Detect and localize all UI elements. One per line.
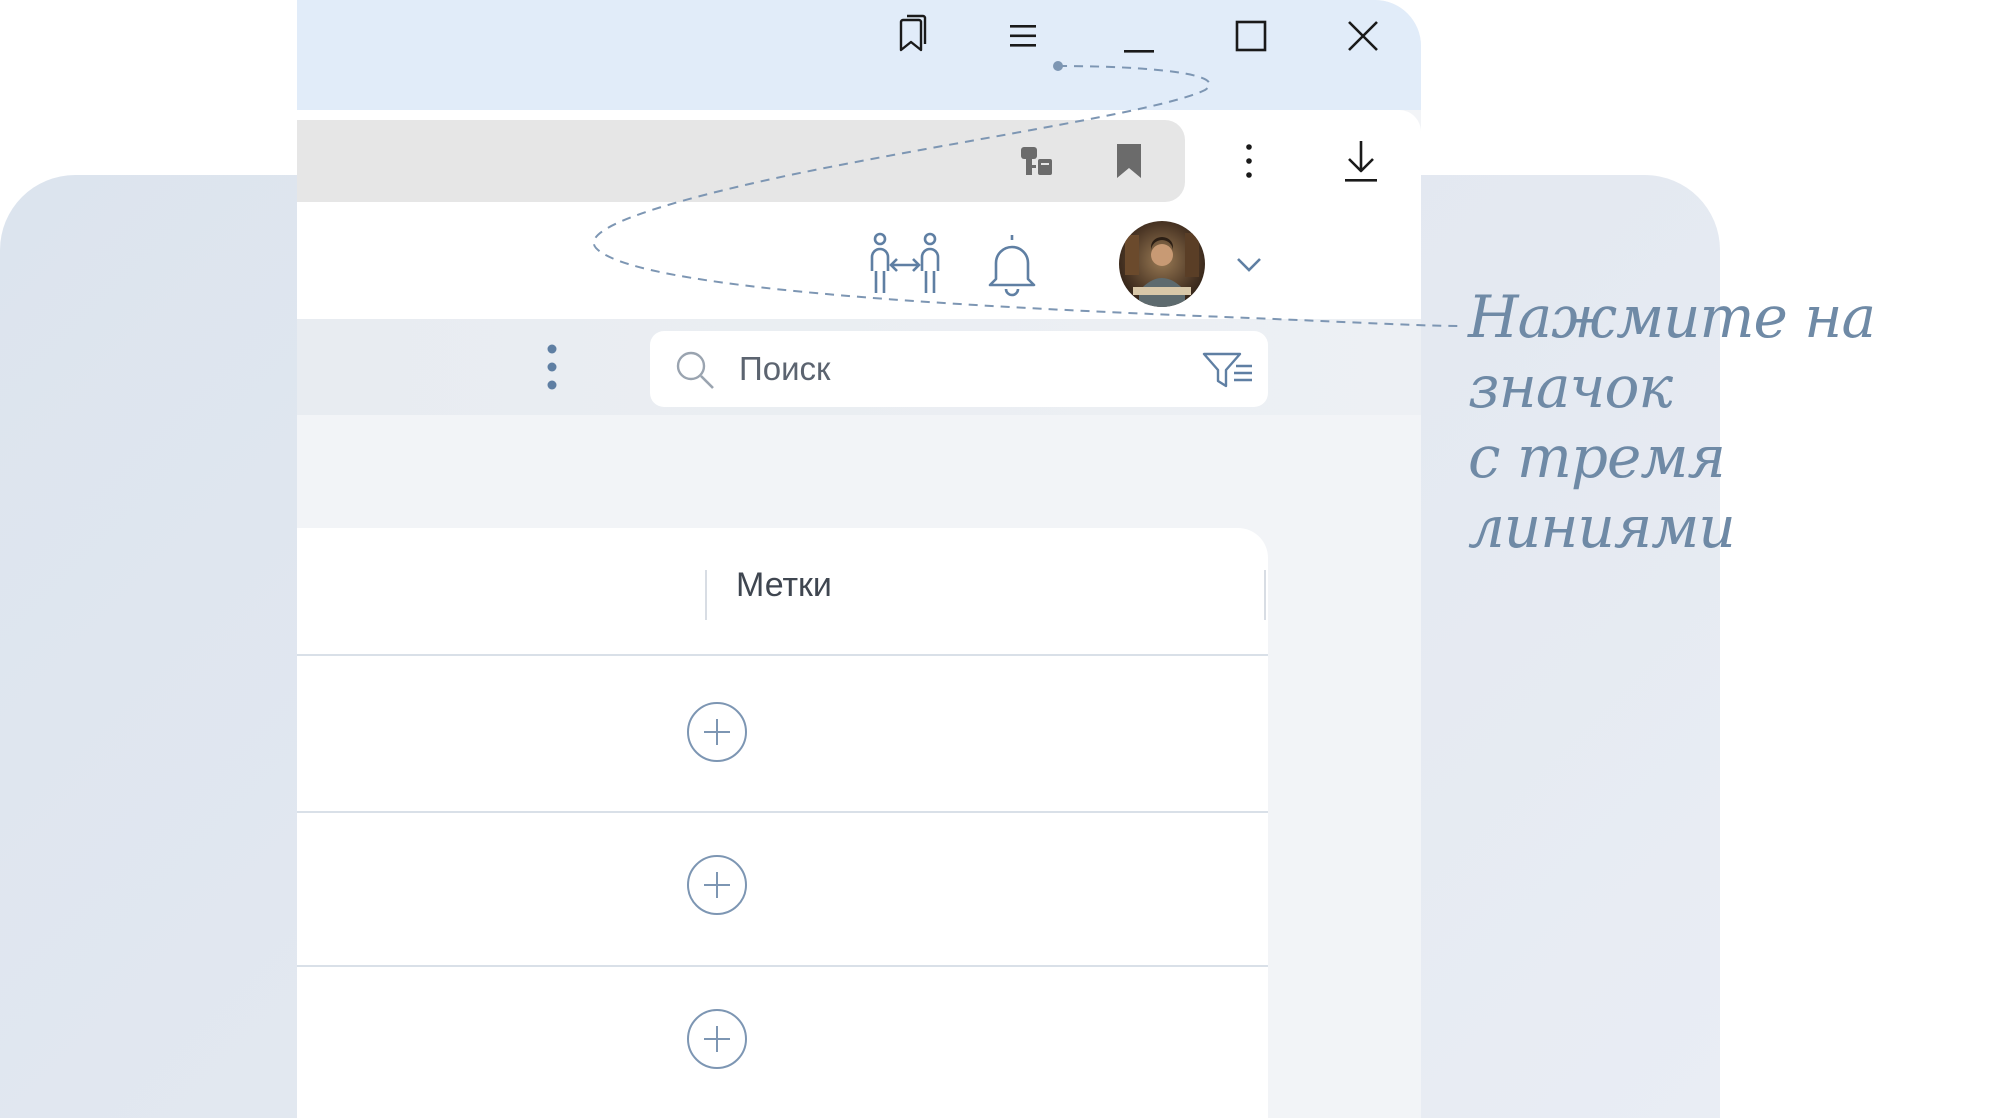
bell-icon[interactable] xyxy=(977,226,1047,302)
address-bar[interactable] xyxy=(297,120,1185,202)
column-divider xyxy=(705,570,707,620)
download-icon[interactable] xyxy=(1331,130,1391,192)
hint-line-1: Нажмите на значок xyxy=(1468,283,1876,421)
app-header xyxy=(297,214,1421,319)
title-bar xyxy=(297,0,1421,110)
maximize-icon[interactable] xyxy=(1223,8,1279,64)
hint-text: Нажмите на значок с тремя линиями xyxy=(1468,282,1988,562)
bookmark-icon[interactable] xyxy=(1103,135,1155,187)
add-tag-button[interactable] xyxy=(687,855,747,915)
people-exchange-icon[interactable] xyxy=(867,226,943,302)
kebab-menu-icon[interactable] xyxy=(1223,130,1275,192)
browser-toolbar xyxy=(297,110,1421,214)
row-divider xyxy=(297,965,1268,967)
tags-table: Метки xyxy=(297,528,1268,1118)
minimize-icon[interactable] xyxy=(1111,8,1167,64)
close-icon[interactable] xyxy=(1335,8,1391,64)
browser-window: Поиск Метки xyxy=(297,0,1421,1118)
search-input[interactable]: Поиск xyxy=(739,331,830,407)
column-divider xyxy=(1264,570,1266,620)
row-divider xyxy=(297,654,1268,656)
row-divider xyxy=(297,811,1268,813)
chevron-down-icon[interactable] xyxy=(1229,240,1269,290)
filter-list-icon[interactable] xyxy=(1200,347,1256,393)
search-field[interactable]: Поиск xyxy=(650,331,1268,407)
add-tag-button[interactable] xyxy=(687,702,747,762)
search-icon xyxy=(672,347,718,393)
filter-bar: Поиск xyxy=(297,319,1421,415)
add-tag-button[interactable] xyxy=(687,1009,747,1069)
hamburger-menu-icon[interactable] xyxy=(995,8,1051,64)
hint-line-2: с тремя линиями xyxy=(1468,423,1736,561)
avatar[interactable] xyxy=(1119,221,1205,307)
password-key-icon[interactable] xyxy=(1011,135,1063,187)
vertical-dots-icon[interactable] xyxy=(537,337,567,397)
bookmarks-icon[interactable] xyxy=(883,8,939,64)
column-header-tags[interactable]: Метки xyxy=(736,560,832,610)
